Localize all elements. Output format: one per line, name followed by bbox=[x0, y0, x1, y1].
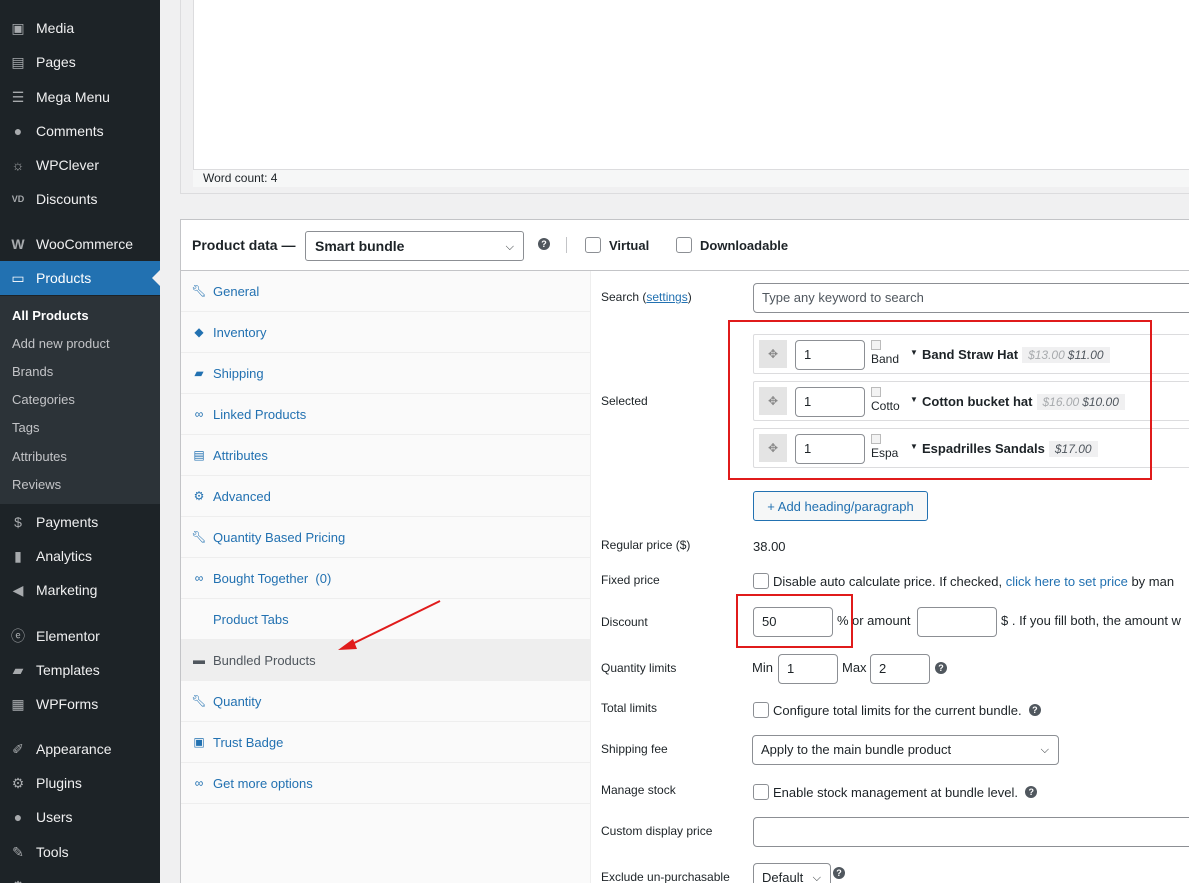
annotation-arrow bbox=[338, 600, 441, 650]
